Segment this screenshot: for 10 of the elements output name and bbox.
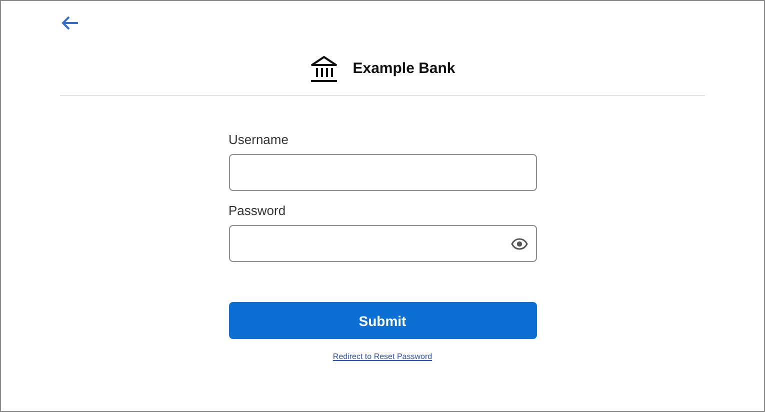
bank-name: Example Bank (352, 60, 456, 76)
username-field[interactable] (228, 154, 536, 191)
reset-password-link[interactable]: Redirect to Reset Password (332, 352, 432, 361)
show-password-icon[interactable] (510, 238, 528, 250)
field-label: Password (228, 203, 287, 218)
field-label: Username (228, 132, 290, 147)
password-field[interactable] (228, 225, 536, 262)
submit-button[interactable]: Submit (228, 302, 536, 339)
back-arrow-icon (61, 16, 79, 30)
bank-icon (310, 54, 338, 82)
